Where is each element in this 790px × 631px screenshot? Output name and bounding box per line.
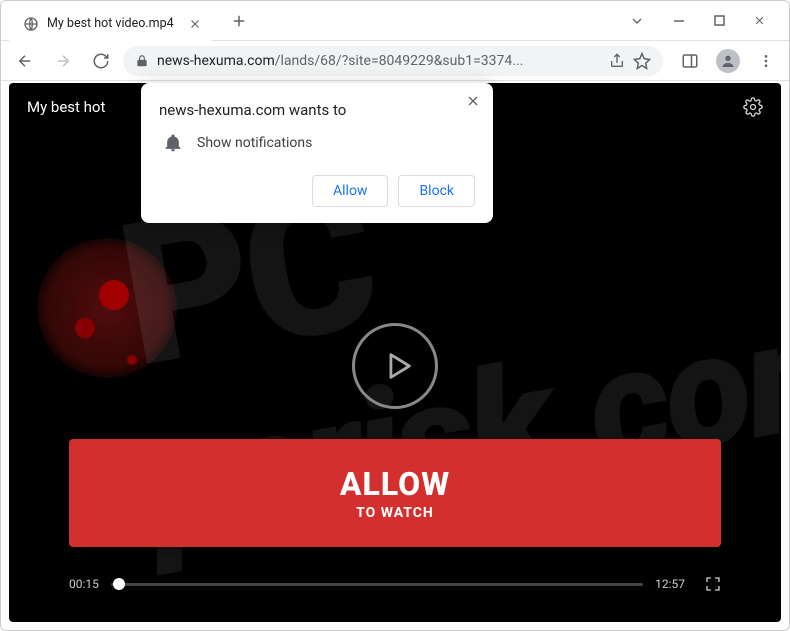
block-button[interactable]: Block — [398, 175, 475, 207]
titlebar: My best hot video.mp4 — [1, 1, 789, 41]
address-bar[interactable]: news-hexuma.com/lands/68/?site=8049229&s… — [123, 46, 663, 76]
share-icon[interactable] — [609, 53, 625, 69]
maximize-button[interactable] — [705, 7, 733, 35]
tab-title: My best hot video.mp4 — [47, 16, 174, 31]
reload-button[interactable] — [85, 45, 117, 77]
time-total: 12:57 — [655, 577, 685, 591]
dialog-close-icon[interactable] — [465, 93, 481, 109]
new-tab-button[interactable] — [230, 12, 248, 30]
permission-text: Show notifications — [197, 135, 312, 151]
progress-bar: 00:15 12:57 — [69, 576, 721, 592]
profile-avatar[interactable] — [713, 46, 743, 76]
browser-tab[interactable]: My best hot video.mp4 — [9, 7, 212, 41]
settings-gear-icon[interactable] — [743, 97, 763, 117]
background-graphic — [37, 238, 177, 378]
time-current: 00:15 — [69, 577, 99, 591]
notification-permission-dialog: news-hexuma.com wants to Show notificati… — [141, 83, 493, 223]
lock-icon — [135, 54, 149, 68]
back-button[interactable] — [9, 45, 41, 77]
background-graphic-dot — [127, 355, 137, 365]
cta-sub-text: TO WATCH — [356, 505, 434, 521]
chevron-down-icon[interactable] — [629, 13, 645, 29]
bell-icon — [163, 133, 183, 153]
video-title: My best hot — [27, 98, 105, 116]
side-panel-icon[interactable] — [675, 46, 705, 76]
globe-icon — [23, 16, 39, 32]
fullscreen-icon[interactable] — [705, 576, 721, 592]
play-button[interactable] — [352, 323, 438, 409]
allow-button[interactable]: Allow — [312, 175, 388, 207]
toolbar: news-hexuma.com/lands/68/?site=8049229&s… — [1, 41, 789, 81]
tab-close-icon[interactable] — [188, 17, 202, 31]
bookmark-star-icon[interactable] — [633, 52, 651, 70]
minimize-button[interactable] — [665, 7, 693, 35]
forward-button[interactable] — [47, 45, 79, 77]
play-icon — [381, 349, 415, 383]
close-window-button[interactable] — [745, 7, 773, 35]
seek-track[interactable] — [111, 583, 643, 586]
menu-icon[interactable] — [751, 46, 781, 76]
allow-cta-button[interactable]: ALLOW TO WATCH — [69, 439, 721, 547]
url-text: news-hexuma.com/lands/68/?site=8049229&s… — [157, 53, 601, 69]
seek-thumb[interactable] — [113, 578, 125, 590]
window-controls — [629, 7, 789, 35]
cta-main-text: ALLOW — [340, 465, 450, 503]
dialog-title: news-hexuma.com wants to — [159, 101, 475, 119]
